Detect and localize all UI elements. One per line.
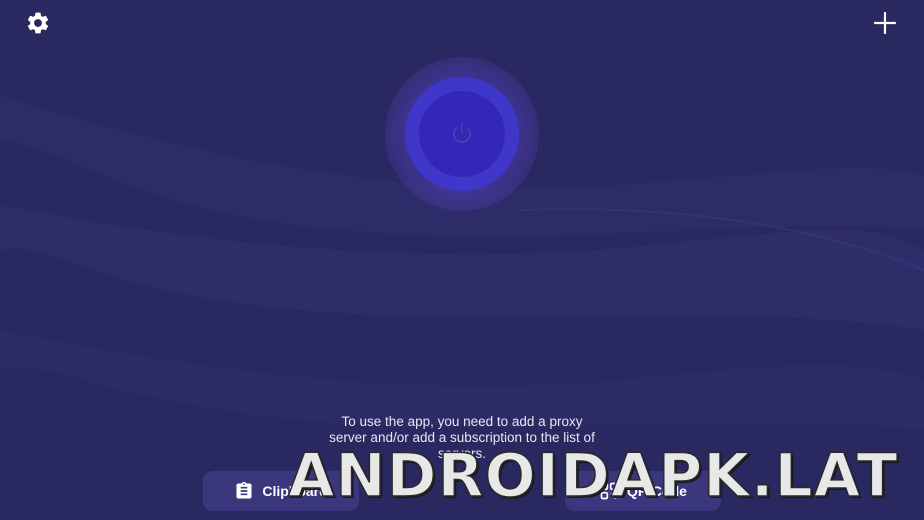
add-button[interactable] <box>870 8 900 38</box>
hint-line-1: To use the app, you need to add a proxy <box>341 414 583 429</box>
plus-icon <box>874 12 896 34</box>
connect-button[interactable] <box>419 91 505 177</box>
clipboard-icon <box>236 481 252 499</box>
watermark: ANDROIDAPK.LAT <box>287 440 899 512</box>
power-icon <box>453 123 471 143</box>
gear-icon <box>27 12 49 34</box>
settings-button[interactable] <box>23 8 53 38</box>
connect-control <box>385 57 539 211</box>
